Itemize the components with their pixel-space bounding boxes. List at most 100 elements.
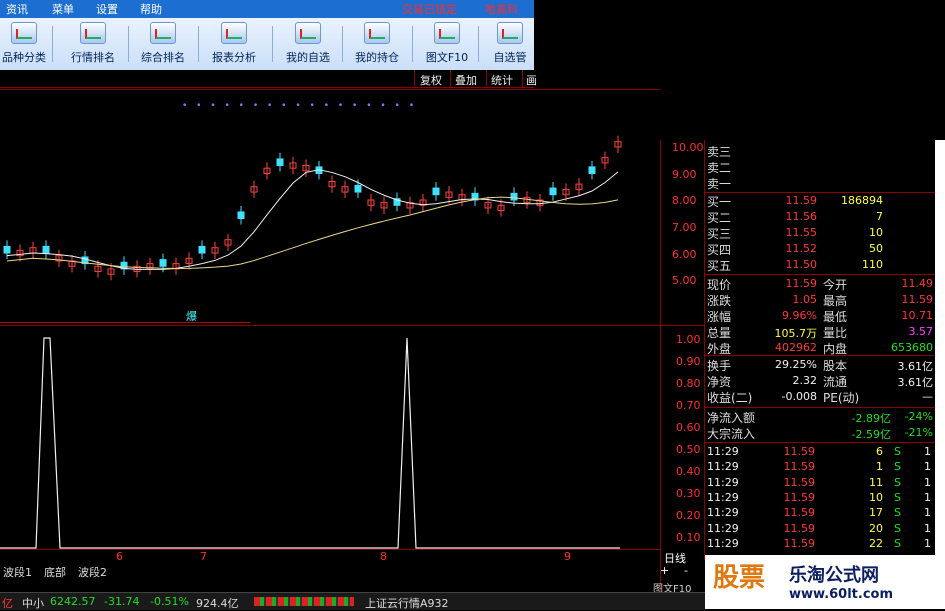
quote-label: 量比 — [823, 326, 848, 340]
f10-icon — [434, 22, 460, 44]
quote-value: 9.96% — [782, 309, 817, 322]
zoom-out-button[interactable]: - — [684, 564, 688, 577]
quote-value: 10.71 — [901, 309, 934, 322]
price-tick: 6.00 — [672, 248, 697, 261]
tick-count: 1 — [924, 475, 931, 489]
chart-right-border — [660, 140, 661, 595]
tick-price: 11.59 — [783, 475, 816, 489]
candle-body — [588, 166, 596, 174]
trade-lock-status[interactable]: 交易已锁定 — [402, 1, 457, 17]
option-restore-rights[interactable]: 复权 — [420, 72, 442, 88]
tick-time: 11:29 — [707, 490, 739, 504]
quote-value: 402962 — [775, 341, 817, 354]
bid-volume: 110 — [862, 258, 883, 271]
tick-side: S — [894, 460, 901, 474]
candle-body — [198, 245, 206, 254]
price-tick: 10.00 — [672, 141, 704, 154]
tick-time: 11:29 — [707, 445, 739, 458]
candle-body — [276, 158, 284, 167]
bid-label: 买一 — [707, 195, 732, 209]
tick-side: S — [894, 445, 901, 458]
option-draw[interactable]: 画 — [526, 72, 537, 88]
ranking-icon — [80, 22, 106, 44]
fundamental-label: 流通 — [823, 375, 848, 389]
holdings-icon — [364, 22, 390, 44]
index-change: -31.74 — [104, 595, 140, 608]
f10-button[interactable]: 图文F10 — [420, 20, 474, 68]
tick-side: S — [894, 506, 901, 520]
composite-ranking-button[interactable]: 综合排名 — [132, 20, 194, 68]
report-button[interactable]: 报表分析 — [203, 20, 265, 68]
quote-value: 11.49 — [901, 277, 934, 290]
report-icon — [221, 22, 247, 44]
tab-bottom[interactable]: 底部 — [44, 564, 66, 580]
indicator-tick: 0.70 — [676, 399, 701, 412]
fundamental-value: 3.61亿 — [897, 360, 934, 373]
quote-value: 653680 — [891, 341, 933, 354]
tick-price: 11.59 — [783, 490, 816, 504]
fundamental-value: 29.25% — [775, 358, 817, 371]
flow-percent: -24% — [904, 410, 933, 423]
chart-top-border — [0, 89, 660, 90]
tick-count: 1 — [924, 460, 931, 474]
quote-label: 现价 — [707, 278, 732, 292]
option-overlay[interactable]: 叠加 — [455, 72, 477, 88]
holdings-button[interactable]: 我的持仓 — [346, 20, 408, 68]
tick-price: 11.59 — [783, 536, 816, 550]
bid-price: 11.55 — [785, 226, 818, 239]
bid-volume: 7 — [876, 210, 883, 223]
right-scroll-strip[interactable] — [935, 140, 945, 555]
option-bar: 复权 叠加 统计 画 — [0, 70, 537, 88]
category-icon — [11, 22, 37, 44]
menu-menu[interactable]: 菜单 — [52, 1, 74, 17]
menu-help[interactable]: 帮助 — [140, 1, 162, 17]
fundamental-label: PE(动) — [823, 391, 860, 405]
menu-news[interactable]: 资讯 — [6, 1, 28, 17]
candle-body — [3, 245, 11, 254]
holdings-label: 我的持仓 — [355, 51, 399, 64]
category-label: 品种分类 — [2, 51, 46, 64]
tick-price: 11.59 — [783, 445, 816, 458]
quote-panel: 卖三 卖二 卖一 买一 11.59 186894 买二 11.56 7 买三 11.55 1… — [705, 140, 935, 555]
quote-value: 11.59 — [901, 293, 934, 306]
quote-label: 最高 — [823, 294, 848, 308]
tab-wave1[interactable]: 波段1 — [3, 564, 32, 580]
tick-time: 11:29 — [707, 521, 739, 535]
stock-name: 哈高科 — [485, 3, 518, 16]
ask-label: 卖三 — [707, 145, 732, 159]
quote-label: 最低 — [823, 310, 848, 324]
candle-body — [354, 184, 362, 193]
ask-label: 卖一 — [707, 177, 732, 191]
favorites-button[interactable]: 我的自选 — [277, 20, 339, 68]
category-button[interactable]: 品种分类 — [0, 20, 48, 68]
quote-value: 3.57 — [908, 325, 934, 338]
quote-label: 涨幅 — [707, 310, 732, 324]
ranking-button[interactable]: 行情排名 — [62, 20, 124, 68]
bid-label: 买四 — [707, 243, 732, 257]
quote-label: 今开 — [823, 278, 848, 292]
manage-icon — [497, 22, 523, 44]
indicator-tick: 0.50 — [676, 443, 701, 456]
watermark-logo: 股票 — [713, 563, 766, 593]
manage-button[interactable]: 自选管 — [486, 20, 534, 68]
menu-bar: 资讯 菜单 设置 帮助 交易已锁定 哈高科 — [0, 0, 534, 18]
market-breadth-bar — [254, 597, 354, 606]
fundamental-label: 净资 — [707, 375, 732, 389]
quote-label: 总量 — [707, 326, 732, 340]
index-percent: -0.51% — [150, 595, 189, 608]
indicator-tick: 0.40 — [676, 465, 701, 478]
indicator-label: 爆 — [186, 310, 197, 323]
quote-value: 1.05 — [792, 293, 818, 306]
fundamental-label: 换手 — [707, 359, 732, 373]
tick-time: 11:29 — [707, 475, 739, 489]
bid-label: 买二 — [707, 211, 732, 225]
option-statistics[interactable]: 统计 — [491, 72, 513, 88]
flow-label: 大宗流入 — [707, 427, 756, 441]
composite-ranking-icon — [150, 22, 176, 44]
zoom-in-button[interactable]: + — [660, 564, 669, 577]
tab-wave2[interactable]: 波段2 — [78, 564, 107, 580]
date-tick: 8 — [380, 550, 387, 563]
menu-settings[interactable]: 设置 — [96, 1, 118, 17]
tick-price: 11.59 — [783, 460, 816, 474]
flow-label: 净流入额 — [707, 411, 756, 425]
